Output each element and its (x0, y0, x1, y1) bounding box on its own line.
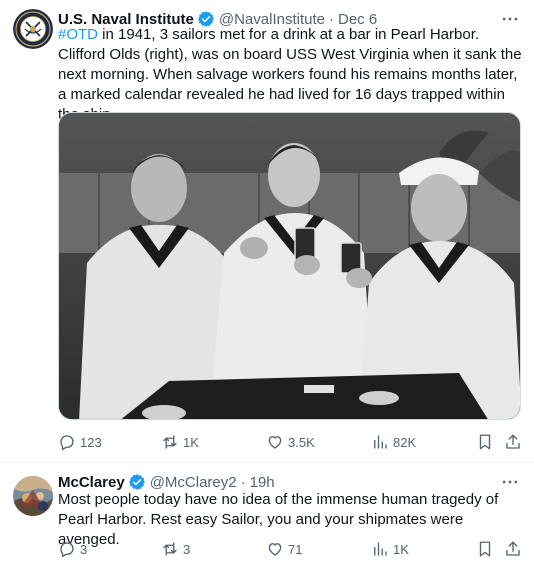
separator-dot: · (240, 473, 246, 491)
reply-button[interactable]: 3 (58, 539, 87, 559)
reply-button[interactable]: 123 (58, 432, 102, 452)
views-chart-icon (374, 542, 387, 556)
views-button[interactable]: 82K (371, 432, 416, 452)
bookmark-icon (479, 434, 491, 450)
repost-count: 1K (183, 434, 199, 450)
heart-icon (268, 436, 282, 449)
repost-count: 3 (183, 541, 191, 557)
like-button[interactable]: 71 (266, 539, 302, 559)
reply-tweet[interactable]: McClarey @McClarey2 · 19h Most people to… (0, 463, 534, 573)
share-button[interactable] (504, 539, 526, 559)
views-chart-icon (374, 435, 387, 449)
like-count: 71 (288, 541, 303, 557)
naval-institute-seal-icon (13, 9, 53, 49)
reply-icon (60, 542, 74, 558)
repost-button[interactable]: 1K (161, 432, 199, 452)
bookmark-button[interactable] (476, 539, 498, 559)
like-count: 3.5K (288, 434, 315, 450)
views-button[interactable]: 1K (371, 539, 409, 559)
like-button[interactable]: 3.5K (266, 432, 315, 452)
hashtag-link[interactable]: #OTD (58, 26, 98, 43)
share-icon (506, 541, 520, 556)
repost-icon (163, 542, 177, 556)
share-button[interactable] (504, 432, 526, 452)
avatar[interactable] (13, 476, 53, 516)
action-bar: 3 3 71 1K (58, 539, 522, 559)
views-count: 82K (393, 434, 417, 450)
verified-badge-icon (128, 474, 145, 490)
action-bar: 123 1K 3.5K 82K (58, 432, 522, 452)
tweet-header: McClarey @McClarey2 · 19h (58, 472, 520, 492)
bookmark-icon (479, 541, 491, 557)
photo-icon (59, 113, 520, 419)
tweet[interactable]: U.S. Naval Institute @NavalInstitute · D… (0, 0, 534, 463)
author-handle[interactable]: @McClarey2 (150, 474, 237, 491)
painting-avatar-icon (13, 476, 53, 516)
tweet-text: #OTD in 1941, 3 sailors met for a drink … (58, 25, 522, 125)
more-options-icon[interactable] (500, 472, 520, 492)
author-name[interactable]: McClarey (58, 474, 125, 491)
tweet-photo[interactable] (58, 112, 521, 420)
timestamp[interactable]: 19h (250, 474, 275, 491)
reply-icon (60, 435, 74, 451)
share-icon (506, 434, 520, 449)
heart-icon (268, 543, 282, 556)
avatar[interactable] (13, 9, 53, 49)
tweet-body: in 1941, 3 sailors met for a drink at a … (58, 26, 522, 123)
bookmark-button[interactable] (476, 432, 498, 452)
reply-count: 123 (80, 434, 102, 450)
reply-count: 3 (80, 541, 88, 557)
repost-icon (163, 435, 177, 449)
views-count: 1K (393, 541, 409, 557)
repost-button[interactable]: 3 (161, 539, 190, 559)
